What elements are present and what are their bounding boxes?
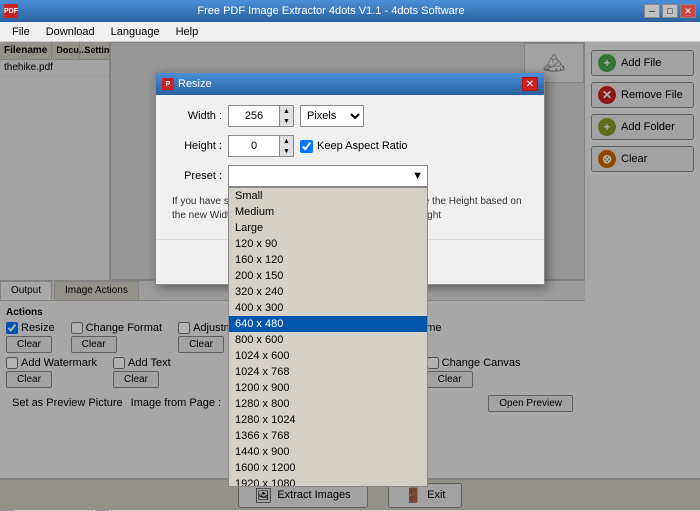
preset-item-320x240[interactable]: 320 x 240 bbox=[229, 284, 427, 300]
preset-item-1200x900[interactable]: 1200 x 900 bbox=[229, 380, 427, 396]
preset-item-1280x800[interactable]: 1280 x 800 bbox=[229, 396, 427, 412]
menu-file[interactable]: File bbox=[4, 24, 38, 40]
app-icon: PDF bbox=[4, 4, 18, 18]
title-controls: ─ □ ✕ bbox=[644, 4, 696, 18]
preset-item-1600x1200[interactable]: 1600 x 1200 bbox=[229, 460, 427, 476]
menu-bar: File Download Language Help bbox=[0, 22, 700, 42]
preset-dropdown-arrow: ▼ bbox=[412, 170, 423, 182]
title-bar: PDF Free PDF Image Extractor 4dots V1.1 … bbox=[0, 0, 700, 22]
height-input[interactable]: 0 bbox=[229, 136, 279, 156]
keep-aspect-label[interactable]: Keep Aspect Ratio bbox=[300, 140, 408, 153]
preset-item-1440x900[interactable]: 1440 x 900 bbox=[229, 444, 427, 460]
menu-help[interactable]: Help bbox=[168, 24, 207, 40]
preset-item-1024x768[interactable]: 1024 x 768 bbox=[229, 364, 427, 380]
minimize-button[interactable]: ─ bbox=[644, 4, 660, 18]
preset-item-1920x1080[interactable]: 1920 x 1080 bbox=[229, 476, 427, 487]
menu-language[interactable]: Language bbox=[103, 24, 168, 40]
preset-select-button[interactable]: ▼ bbox=[228, 165, 428, 187]
main-area: Filename Docu... Setting thehike.pdf ◀ ▶… bbox=[0, 42, 700, 510]
preset-select-container: ▼ Small Medium Large 120 x 90 160 x 120 … bbox=[228, 165, 428, 187]
height-spin-arrows: ▲ ▼ bbox=[279, 136, 293, 156]
preset-item-800x600[interactable]: 800 x 600 bbox=[229, 332, 427, 348]
width-down-arrow[interactable]: ▼ bbox=[279, 116, 293, 126]
maximize-button[interactable]: □ bbox=[662, 4, 678, 18]
height-label: Height : bbox=[172, 140, 222, 152]
width-up-arrow[interactable]: ▲ bbox=[279, 106, 293, 116]
height-row: Height : 0 ▲ ▼ Keep Aspect Ratio bbox=[172, 135, 528, 157]
app-title: Free PDF Image Extractor 4dots V1.1 - 4d… bbox=[18, 5, 644, 17]
width-spin-arrows: ▲ ▼ bbox=[279, 106, 293, 126]
preset-row: Preset : ▼ Small Medium Large 120 x 90 bbox=[172, 165, 528, 187]
width-row: Width : 256 ▲ ▼ Pixels Percent bbox=[172, 105, 528, 127]
preset-item-640x480[interactable]: 640 x 480 bbox=[229, 316, 427, 332]
resize-dialog: P Resize ✕ Width : 256 ▲ ▼ bbox=[155, 72, 545, 285]
preset-dropdown[interactable]: Small Medium Large 120 x 90 160 x 120 20… bbox=[228, 187, 428, 487]
preset-item-200x150[interactable]: 200 x 150 bbox=[229, 268, 427, 284]
dialog-icon: P bbox=[162, 78, 174, 90]
preset-item-1024x600[interactable]: 1024 x 600 bbox=[229, 348, 427, 364]
preset-item-medium[interactable]: Medium bbox=[229, 204, 427, 220]
height-down-arrow[interactable]: ▼ bbox=[279, 146, 293, 156]
modal-overlay: P Resize ✕ Width : 256 ▲ ▼ bbox=[0, 42, 700, 510]
menu-download[interactable]: Download bbox=[38, 24, 103, 40]
width-label: Width : bbox=[172, 110, 222, 122]
preset-item-1366x768[interactable]: 1366 x 768 bbox=[229, 428, 427, 444]
height-spinbox: 0 ▲ ▼ bbox=[228, 135, 294, 157]
dialog-title-bar: P Resize ✕ bbox=[156, 73, 544, 95]
keep-aspect-text: Keep Aspect Ratio bbox=[317, 140, 408, 152]
preset-item-small[interactable]: Small bbox=[229, 188, 427, 204]
height-up-arrow[interactable]: ▲ bbox=[279, 136, 293, 146]
dialog-close-button[interactable]: ✕ bbox=[522, 77, 538, 91]
close-button[interactable]: ✕ bbox=[680, 4, 696, 18]
preset-item-large[interactable]: Large bbox=[229, 220, 427, 236]
width-input[interactable]: 256 bbox=[229, 106, 279, 126]
keep-aspect-checkbox[interactable] bbox=[300, 140, 313, 153]
unit-select[interactable]: Pixels Percent bbox=[300, 105, 364, 127]
dialog-title-area: P Resize bbox=[162, 78, 212, 90]
preset-item-400x300[interactable]: 400 x 300 bbox=[229, 300, 427, 316]
width-spinbox: 256 ▲ ▼ bbox=[228, 105, 294, 127]
preset-label: Preset : bbox=[172, 170, 222, 182]
preset-item-120x90[interactable]: 120 x 90 bbox=[229, 236, 427, 252]
dialog-title: Resize bbox=[178, 78, 212, 90]
preset-item-1280x1024[interactable]: 1280 x 1024 bbox=[229, 412, 427, 428]
preset-item-160x120[interactable]: 160 x 120 bbox=[229, 252, 427, 268]
dialog-body: Width : 256 ▲ ▼ Pixels Percent bbox=[156, 95, 544, 239]
